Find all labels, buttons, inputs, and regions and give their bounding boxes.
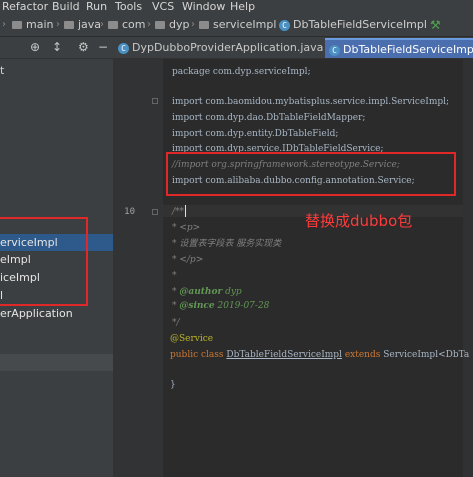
class-declaration: public class DbTableFieldServiceImpl ext… — [170, 350, 470, 360]
folder-icon — [108, 21, 118, 29]
fold-marker-icon[interactable] — [152, 98, 158, 104]
navigation-bar: › main › java › com › dyp › serviceImpl … — [0, 14, 473, 37]
class-icon: C — [118, 42, 129, 54]
folder-icon — [12, 21, 22, 29]
menu-window[interactable]: Window — [182, 0, 225, 14]
annotation-note: 替换成dubbo包 — [305, 212, 413, 230]
class-icon: C — [329, 44, 340, 56]
javadoc-open: /** — [172, 207, 185, 217]
javadoc-since: * @since 2019-07-28 — [172, 301, 270, 311]
tree-row-highlight — [0, 354, 113, 371]
menu-vcs[interactable]: VCS — [152, 0, 174, 14]
tree-item-partial[interactable]: t — [0, 63, 4, 79]
chevron-right-icon: › — [191, 19, 195, 30]
menu-run[interactable]: Run — [86, 0, 107, 14]
breadcrumb-com[interactable]: com — [108, 18, 146, 32]
folder-icon — [199, 21, 209, 29]
minimize-icon[interactable]: − — [98, 39, 108, 55]
menu-tools[interactable]: Tools — [115, 0, 142, 14]
target-icon[interactable]: ⊕ — [30, 39, 40, 55]
code-import-line: import com.dyp.entity.DbTableField; — [172, 129, 339, 139]
menu-help[interactable]: Help — [230, 0, 255, 14]
javadoc-author: * @author dyp — [172, 287, 242, 297]
chevron-right-icon: › — [100, 19, 104, 30]
menu-build[interactable]: Build — [52, 0, 80, 14]
tree-red-highlight-box — [0, 217, 88, 306]
class-icon: C — [279, 19, 290, 31]
editor-scroll-strip[interactable] — [463, 59, 473, 477]
folder-icon — [64, 21, 74, 29]
code-import-line: import com.baomidou.mybatisplus.service.… — [172, 97, 450, 107]
chevron-right-icon: › — [147, 19, 151, 30]
chevron-right-icon: › — [270, 19, 274, 30]
text-caret — [185, 205, 186, 217]
javadoc-close: */ — [172, 318, 180, 328]
breadcrumb-serviceimpl[interactable]: serviceImpl — [199, 18, 276, 32]
code-red-highlight-box — [166, 152, 456, 196]
menu-bar: Refactor Build Run Tools VCS Window Help — [0, 0, 473, 14]
breadcrumb-java[interactable]: java — [64, 18, 101, 32]
tab-db-table-field-service-impl[interactable]: C DbTableFieldServiceImpl — [325, 38, 473, 58]
tree-item-application[interactable]: erApplication — [0, 306, 73, 322]
gear-icon[interactable]: ⚙ — [78, 39, 89, 55]
javadoc-p-close: * </p> — [172, 255, 204, 265]
chevron-right-icon: › — [2, 19, 6, 30]
code-package-line: package com.dyp.serviceImpl; — [172, 67, 311, 77]
line-number-current: 10 — [124, 207, 135, 217]
tab-dyp-dubbo-provider-application[interactable]: CDypDubboProviderApplication.java✕ — [114, 38, 336, 58]
line-number-gutter — [113, 59, 163, 477]
closing-brace: } — [170, 380, 176, 390]
breadcrumb-dyp[interactable]: dyp — [155, 18, 189, 32]
code-import-line: import com.dyp.dao.DbTableFieldMapper; — [172, 113, 366, 123]
build-hammer-icon[interactable]: ⚒ — [430, 18, 441, 32]
javadoc-p-open: * <p> — [172, 223, 201, 233]
fold-marker-icon[interactable] — [152, 209, 158, 215]
breadcrumb-main[interactable]: main — [12, 18, 53, 32]
menu-refactor[interactable]: Refactor — [2, 0, 48, 14]
javadoc-description: * 设置表字段表 服务实现类 — [172, 239, 282, 249]
javadoc-blank: * — [172, 271, 177, 281]
collapse-icon[interactable]: ↕ — [52, 39, 62, 55]
breadcrumb-class[interactable]: C DbTableFieldServiceImpl — [279, 18, 427, 32]
folder-icon — [155, 21, 165, 29]
chevron-right-icon: › — [56, 19, 60, 30]
service-annotation: @Service — [170, 334, 214, 344]
